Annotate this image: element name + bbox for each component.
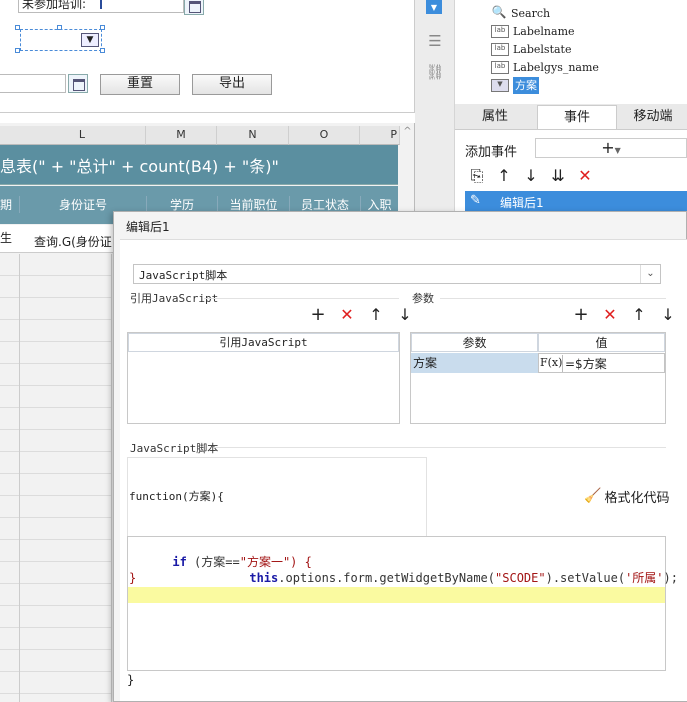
combo-dropdown-icon[interactable]: ▼ [81,33,99,47]
column-header-p[interactable]: P [360,126,400,145]
text-caret [100,0,102,9]
param-column-header: 参数 [411,333,538,352]
tab-events[interactable]: 事件 [537,105,617,129]
param-name-cell[interactable]: 方案 [411,353,538,373]
tree-item-labelgys-name[interactable]: lab Labelgys_name [491,59,599,76]
panel-tabs: 属性 事件 移动端 [455,104,687,130]
move-down-icon[interactable]: ↓ [656,305,680,325]
param-value-cell[interactable]: F(x) =$方案 [538,353,665,373]
ref-js-column-header: 引用JavaScript [128,333,399,352]
label-icon: lab [491,61,509,74]
date-input[interactable] [0,74,66,93]
copy-icon[interactable]: ⎘ [465,166,489,188]
function-signature: function(方案){ [129,490,224,503]
tab-attributes[interactable]: 属性 [455,105,535,129]
event-toolbar: ⎘ ↑ ↓ ⇊ ✕ [465,166,687,188]
add-event-label: 添加事件 [465,145,518,160]
value-column-header: 值 [538,333,665,352]
script-section-title: JavaScript脚本 [130,442,219,455]
params-toolbar: + ✕ ↑ ↓ [569,305,680,325]
move-up-icon[interactable]: ↑ [627,305,651,325]
resize-handle[interactable] [15,25,20,30]
code-editor[interactable]: if (方案=="方案一") { this.options.form.getWi… [127,536,678,671]
script-type-select[interactable]: JavaScript脚本 ⌄ [133,264,661,284]
column-header-n[interactable]: N [217,126,289,145]
tree-item-labelname[interactable]: lab Labelname [491,23,575,40]
tree-item-fangan[interactable]: ▼ 方案 [491,77,539,94]
label-icon: lab [491,25,509,38]
broom-icon: 🧹 [584,488,602,504]
delete-icon[interactable]: ✕ [598,305,622,325]
reset-button[interactable]: 重置 [100,74,180,95]
tree-item-search[interactable]: 🔍 Search [491,5,550,22]
closing-brace: } [127,673,135,687]
move-down-icon[interactable]: ↓ [519,166,543,188]
move-up-icon[interactable]: ↑ [492,166,516,188]
tab-mobile[interactable]: 移动端 [619,105,687,129]
widget-tree: 🔍 Search lab Labelname lab Labelstate la… [455,0,687,104]
formula-icon[interactable]: F(x) [540,354,562,372]
active-line-highlight [128,587,665,603]
link-icon[interactable]: ⛓ [424,62,446,82]
search-icon: 🔍 [491,5,507,19]
cell-text[interactable]: 生 [0,229,19,246]
header-cell: 期 [0,198,13,212]
ref-js-toolbar: + ✕ ↑ ↓ [306,305,417,325]
code-line-3: } [129,571,137,585]
combo-icon: ▼ [491,79,509,92]
resize-handle[interactable] [100,48,105,53]
selected-combo-widget[interactable]: ▼ [20,29,102,51]
dropdown-icon[interactable]: ▼ [426,0,442,14]
chevron-down-icon[interactable]: ⌄ [640,265,660,283]
column-header-o[interactable]: O [289,126,360,145]
resize-handle[interactable] [100,25,105,30]
resize-handle[interactable] [15,48,20,53]
add-icon[interactable]: + [569,305,593,325]
add-icon[interactable]: + [306,305,330,325]
ref-js-divider [204,298,399,299]
function-signature-box: function(方案){ [127,457,427,537]
empty-rows [0,254,112,702]
column-header-m[interactable]: M [146,126,217,145]
pencil-icon: ✎ [470,193,481,208]
scroll-up-icon[interactable]: ^ [400,126,415,145]
column-header-l[interactable]: L [19,126,146,145]
move-bottom-icon[interactable]: ⇊ [546,166,570,188]
label-icon: lab [491,43,509,56]
params-table: 参数 值 方案 F(x) =$方案 [410,332,666,424]
calendar-icon[interactable] [68,74,88,93]
calendar-icon[interactable] [184,0,204,15]
move-down-icon[interactable]: ↓ [393,305,417,325]
dialog-title: 编辑后1 [126,220,170,234]
layout-icon[interactable]: ☰ [424,32,446,50]
move-up-icon[interactable]: ↑ [364,305,388,325]
tree-item-labelstate[interactable]: lab Labelstate [491,41,572,58]
row-gutter [19,254,20,702]
format-code-button[interactable]: 🧹 格式化代码 [584,487,669,506]
form-canvas: 未参加培训: ▼ 重置 导出 [0,0,415,113]
resize-handle[interactable] [57,25,62,30]
title-formula: 息表(" + "总计" + count(B4) + "条)" [0,157,279,176]
ref-js-table: 引用JavaScript [127,332,400,424]
script-divider [214,447,666,448]
params-divider [440,298,666,299]
delete-icon[interactable]: ✕ [573,166,597,188]
event-list-item[interactable]: ✎ 编辑后1 [465,191,687,213]
add-event-dropdown[interactable]: +▼ [535,138,687,158]
params-section-title: 参数 [412,292,434,305]
event-panel: 添加事件 +▼ ⎘ ↑ ↓ ⇊ ✕ ✎ 编辑后1 [455,130,687,220]
param-value-text: =$方案 [562,355,607,372]
title-row: 息表(" + "总计" + count(B4) + "条)" [0,145,398,185]
edit-event-dialog: 编辑后1 JavaScript脚本 ⌄ 引用JavaScript + ✕ ↑ ↓… [113,211,687,702]
delete-icon[interactable]: ✕ [335,305,359,325]
export-button[interactable]: 导出 [192,74,272,95]
